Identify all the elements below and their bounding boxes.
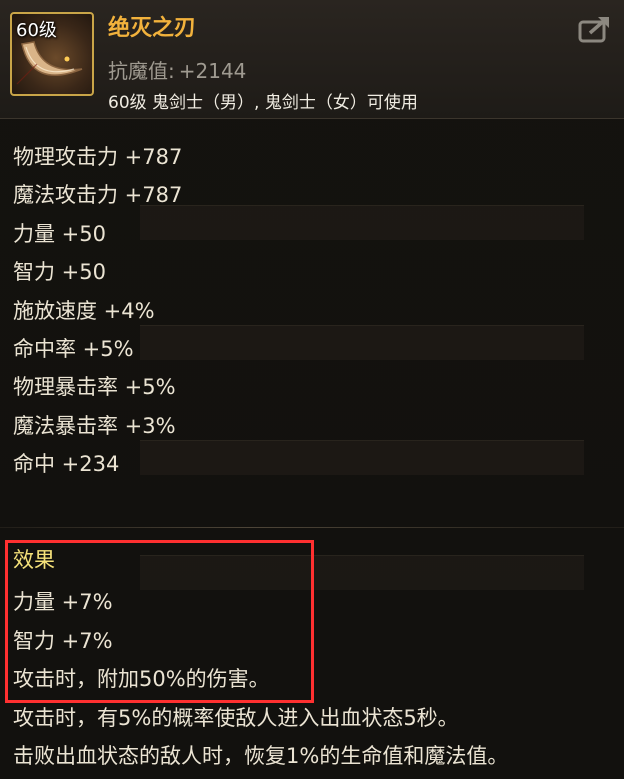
effect-bleed-chance: 攻击时，有5%的概率使敌人进入出血状态5秒。 <box>13 705 459 730</box>
effect-section-title: 效果 <box>13 548 55 572</box>
item-level-badge: 60级 <box>16 20 57 41</box>
magic-resist-value: +2144 <box>178 59 247 83</box>
effect-extra-damage: 攻击时，附加50%的伤害。 <box>13 667 270 691</box>
stat-physical-attack: 物理攻击力 +787 <box>13 145 183 169</box>
tooltip-header: 60级 绝灭之刃 抗魔值: +2144 60级 鬼剑士（男）, 鬼剑士（女）可使用 <box>0 0 624 119</box>
stat-magic-crit: 魔法暴击率 +3% <box>13 413 176 438</box>
effect-strength: 力量 +7% <box>13 590 113 614</box>
stat-intelligence: 智力 +50 <box>13 260 106 285</box>
background-ghost-row <box>140 325 584 360</box>
stat-magic-attack: 魔法攻击力 +787 <box>13 183 183 208</box>
effect-list: 力量 +7% 智力 +7% 攻击时，附加50%的伤害。 攻击时，有5%的概率使敌… <box>13 585 508 778</box>
magic-resist-row: 抗魔值: +2144 <box>108 55 246 84</box>
share-export-icon[interactable] <box>578 14 612 44</box>
stat-hit: 命中 +234 <box>13 452 120 477</box>
section-divider <box>0 527 624 528</box>
magic-resist-label: 抗魔值: <box>108 59 175 83</box>
usable-by-text: 60级 鬼剑士（男）, 鬼剑士（女）可使用 <box>108 93 418 113</box>
stat-cast-speed: 施放速度 +4% <box>13 298 155 323</box>
effect-bleed-kill-recover: 击败出血状态的敌人时，恢复1%的生命值和魔法值。 <box>13 744 509 768</box>
stat-hit-rate: 命中率 +5% <box>13 336 134 361</box>
stat-list: 物理攻击力 +787 魔法攻击力 +787 力量 +50 智力 +50 施放速度… <box>13 140 182 486</box>
background-ghost-row <box>140 205 584 240</box>
background-ghost-row <box>140 440 584 475</box>
item-tooltip: 60级 绝灭之刃 抗魔值: +2144 60级 鬼剑士（男）, 鬼剑士（女）可使用… <box>0 0 624 779</box>
effect-intelligence: 智力 +7% <box>13 628 113 653</box>
stat-physical-crit: 物理暴击率 +5% <box>13 375 176 400</box>
stat-strength: 力量 +50 <box>13 221 106 246</box>
curved-blade-icon: 60级 <box>10 12 94 96</box>
item-name: 绝灭之刃 <box>108 16 197 41</box>
